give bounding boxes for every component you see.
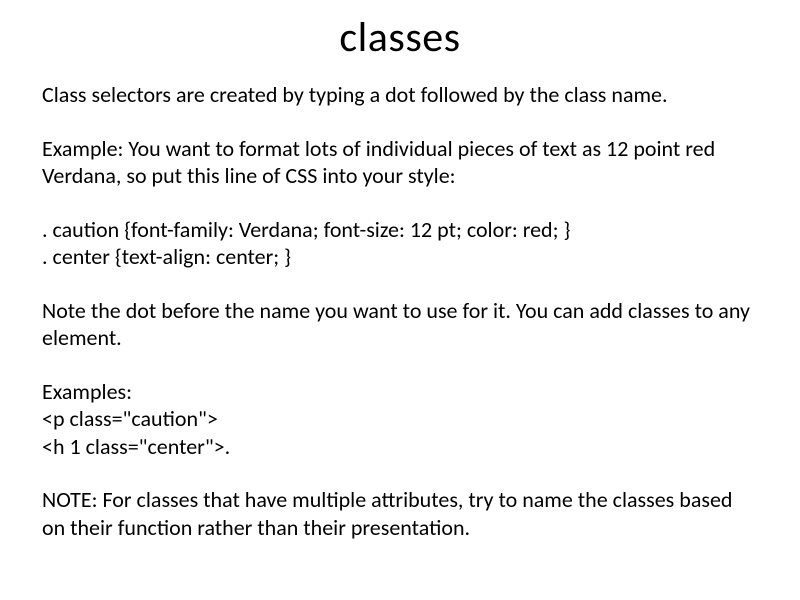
- paragraph-intro: Class selectors are created by typing a …: [42, 81, 758, 109]
- paragraph-css-code: . caution {font-family: Verdana; font-si…: [42, 216, 758, 271]
- slide-title: classes: [42, 12, 758, 63]
- css-line-center: . center {text-align: center; }: [42, 243, 758, 271]
- css-line-caution: . caution {font-family: Verdana; font-si…: [42, 216, 758, 244]
- paragraph-note-dot: Note the dot before the name you want to…: [42, 297, 758, 352]
- example-h1-tag: <h 1 class="center">.: [42, 433, 758, 461]
- examples-label: Examples:: [42, 378, 758, 406]
- slide-body: Class selectors are created by typing a …: [42, 81, 758, 541]
- example-p-tag: <p class="caution">: [42, 405, 758, 433]
- paragraph-example-intro: Example: You want to format lots of indi…: [42, 135, 758, 190]
- slide: classes Class selectors are created by t…: [0, 0, 800, 600]
- paragraph-naming-note: NOTE: For classes that have multiple att…: [42, 486, 758, 541]
- paragraph-html-examples: Examples: <p class="caution"> <h 1 class…: [42, 378, 758, 461]
